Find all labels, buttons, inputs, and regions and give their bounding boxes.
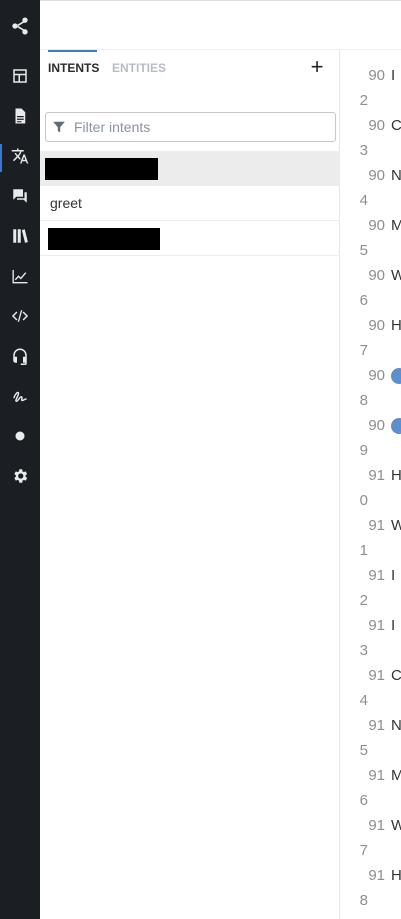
gutter-row: 90 9 (341, 400, 401, 459)
gutter-row: 91 6 M (341, 750, 401, 809)
line-number: 91 (368, 817, 385, 834)
row-letter: W (391, 517, 401, 534)
library-icon (11, 227, 29, 250)
sidebar-item-code[interactable] (0, 300, 40, 336)
sidebar-item-analytics[interactable] (0, 260, 40, 296)
line-number: 91 (368, 767, 385, 784)
gutter-row: 90 2 I (341, 50, 401, 109)
filter-intents-input[interactable] (72, 118, 322, 136)
line-number: 91 (368, 617, 385, 634)
redacted-label (45, 158, 158, 180)
sidebar-item-support[interactable] (0, 340, 40, 376)
filter-icon (46, 113, 72, 141)
row-letter: H (391, 467, 401, 484)
tab-entities[interactable]: ENTITIES (112, 50, 166, 86)
line-number: 90 (368, 417, 385, 434)
sidebar-item-library[interactable] (0, 220, 40, 256)
gutter-row: 91 2 I (341, 550, 401, 609)
line-number: 91 (368, 667, 385, 684)
row-letter: H (391, 317, 401, 334)
gutter-row: 91 8 H (341, 850, 401, 909)
document-icon (11, 107, 29, 130)
line-number: 90 (368, 317, 385, 334)
gutter-row: 91 0 H (341, 450, 401, 509)
gutter-row: 91 1 W (341, 500, 401, 559)
add-intent-button[interactable]: + (306, 56, 328, 78)
avatar-dot (391, 368, 401, 384)
line-number: 8 (359, 892, 368, 909)
row-letter: I (391, 617, 396, 634)
line-number: 91 (368, 517, 385, 534)
top-bar (40, 0, 401, 50)
line-number: 90 (368, 367, 385, 384)
line-number: 90 (368, 167, 385, 184)
line-number: 91 (368, 717, 385, 734)
sidebar-item-document[interactable] (0, 100, 40, 136)
gear-icon (11, 467, 29, 490)
gutter-row: 91 7 W (341, 800, 401, 859)
gutter-row: 90 3 C (341, 100, 401, 159)
gutter-row: 90 6 W (341, 250, 401, 309)
analytics-chart-icon (11, 267, 29, 290)
translate-icon (11, 147, 29, 170)
sidebar-item-signature[interactable] (0, 380, 40, 416)
list-item[interactable] (40, 151, 340, 186)
list-item[interactable] (40, 221, 340, 256)
tab-bar: INTENTS ENTITIES + (40, 50, 340, 86)
gutter-row: 90 4 N (341, 150, 401, 209)
code-icon (11, 307, 29, 330)
list-item[interactable]: greet (40, 186, 340, 221)
share-nodes-icon[interactable] (0, 0, 40, 52)
sidebar-item-translate[interactable] (0, 140, 40, 176)
gutter-row: 91 5 N (341, 700, 401, 759)
line-number-gutter: 90 2 I 90 3 C 90 4 N 90 5 M 90 6 W 90 7 … (341, 50, 401, 919)
line-number: 90 (368, 267, 385, 284)
intent-list: greet (40, 151, 340, 256)
line-number: 91 (368, 567, 385, 584)
line-number: 90 (368, 217, 385, 234)
sidebar-item-status[interactable] (0, 420, 40, 456)
line-number: 91 (368, 867, 385, 884)
intents-panel: INTENTS ENTITIES + greet (40, 50, 340, 919)
sidebar-item-settings[interactable] (0, 460, 40, 496)
chat-bubbles-icon (11, 187, 29, 210)
tab-intents[interactable]: INTENTS (48, 50, 99, 86)
sidebar-item-dashboard[interactable] (0, 60, 40, 96)
line-number: 90 (368, 117, 385, 134)
gutter-row: 90 8 (341, 350, 401, 409)
line-number: 91 (368, 467, 385, 484)
row-letter: N (391, 717, 401, 734)
row-letter: C (391, 117, 401, 134)
row-letter: W (391, 817, 401, 834)
row-letter: N (391, 167, 401, 184)
intent-label: greet (50, 195, 82, 211)
row-letter: C (391, 667, 401, 684)
row-letter: W (391, 267, 401, 284)
row-letter: I (391, 67, 396, 84)
row-letter: H (391, 867, 401, 884)
sidebar-item-conversations[interactable] (0, 180, 40, 216)
redacted-label (48, 228, 160, 250)
signature-icon (11, 387, 29, 410)
gutter-row: 91 3 I (341, 600, 401, 659)
sidebar (0, 0, 40, 919)
row-letter: I (391, 567, 396, 584)
gutter-row: 90 7 H (341, 300, 401, 359)
gutter-row: 91 4 C (341, 650, 401, 709)
gutter-row: 90 5 M (341, 200, 401, 259)
filter-field (45, 112, 336, 142)
dashboard-icon (11, 67, 29, 90)
row-letter: M (391, 217, 401, 234)
headset-icon (11, 347, 29, 370)
row-letter: M (391, 767, 401, 784)
avatar-dot (391, 418, 401, 434)
line-number: 90 (368, 67, 385, 84)
dot-icon (11, 427, 29, 450)
